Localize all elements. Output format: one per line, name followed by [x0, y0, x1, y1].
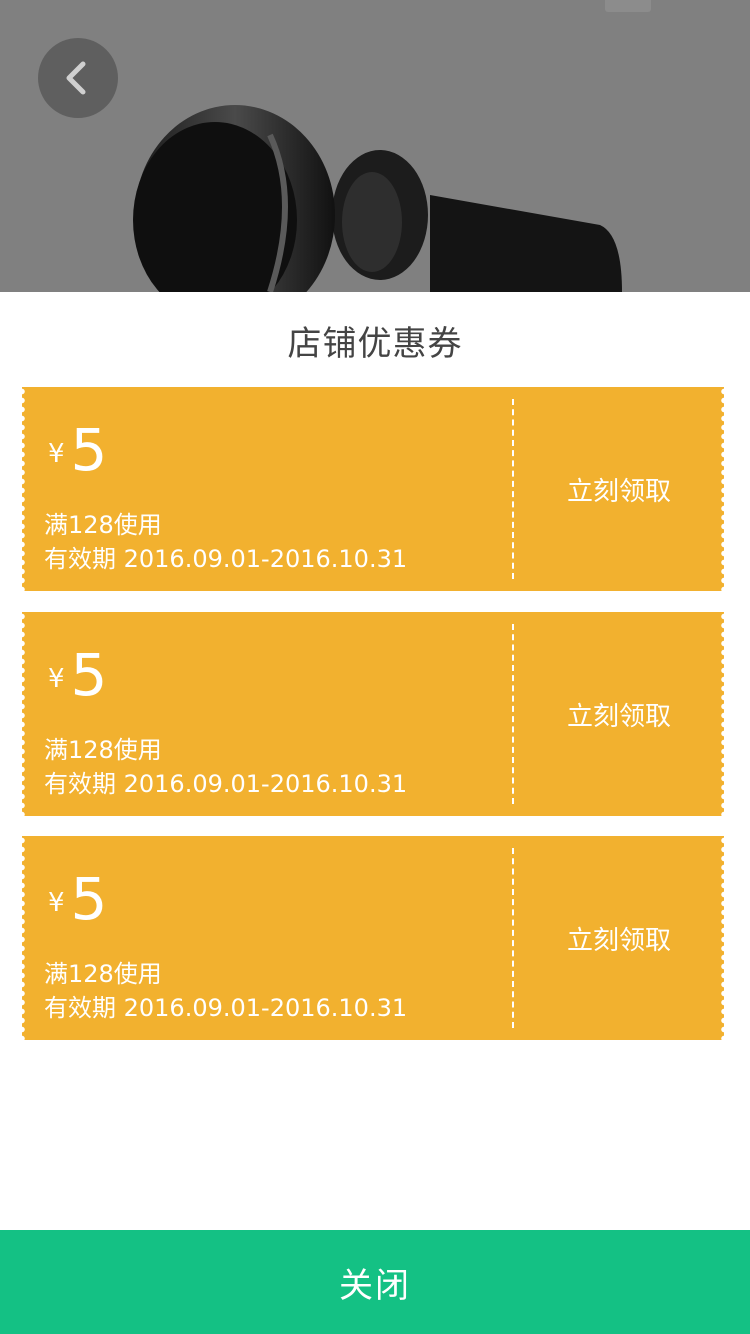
- coupon-validity: 有效期 2016.09.01-2016.10.31: [44, 545, 408, 573]
- coupon-page: 店铺优惠券 ¥ 5 满128使用 有效期 2016.09.01-2016.10.…: [0, 0, 750, 1334]
- back-button[interactable]: [38, 38, 118, 118]
- coupon-value: 5: [70, 416, 108, 484]
- coupon-condition: 满128使用: [44, 511, 162, 539]
- coupon-amount: ¥ 5: [48, 858, 107, 928]
- coupon-value: 5: [70, 641, 108, 709]
- close-button[interactable]: 关闭: [0, 1230, 750, 1334]
- coupon-card: ¥ 5 满128使用 有效期 2016.09.01-2016.10.31 立刻领…: [22, 387, 724, 591]
- coupon-amount: ¥ 5: [48, 634, 107, 704]
- currency-symbol: ¥: [48, 439, 65, 469]
- coupon-amount: ¥ 5: [48, 409, 107, 479]
- coupon-condition: 满128使用: [44, 960, 162, 988]
- coupon-condition: 满128使用: [44, 736, 162, 764]
- chevron-left-icon: [66, 61, 86, 95]
- currency-symbol: ¥: [48, 664, 65, 694]
- coupon-value: 5: [70, 865, 108, 933]
- claim-coupon-button[interactable]: 立刻领取: [514, 612, 724, 816]
- sheet-title: 店铺优惠券: [287, 324, 463, 364]
- claim-coupon-button[interactable]: 立刻领取: [514, 836, 724, 1040]
- product-image-area: [0, 0, 750, 292]
- coupon-validity: 有效期 2016.09.01-2016.10.31: [44, 994, 408, 1022]
- product-image: [133, 105, 622, 292]
- claim-coupon-button[interactable]: 立刻领取: [514, 387, 724, 591]
- coupon-sheet: 店铺优惠券 ¥ 5 满128使用 有效期 2016.09.01-2016.10.…: [0, 292, 750, 1334]
- coupon-validity: 有效期 2016.09.01-2016.10.31: [44, 770, 408, 798]
- currency-symbol: ¥: [48, 888, 65, 918]
- coupon-card: ¥ 5 满128使用 有效期 2016.09.01-2016.10.31 立刻领…: [22, 836, 724, 1040]
- coupon-card: ¥ 5 满128使用 有效期 2016.09.01-2016.10.31 立刻领…: [22, 612, 724, 816]
